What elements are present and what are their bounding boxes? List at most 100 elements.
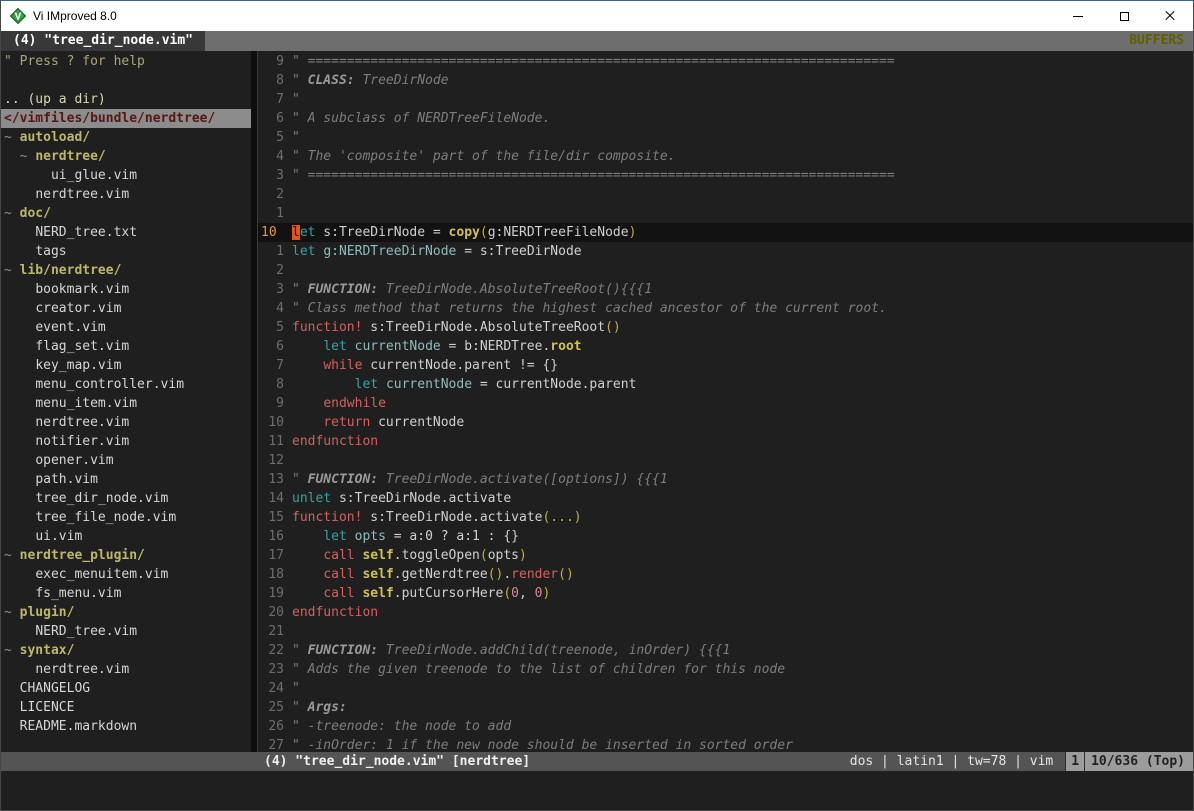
code-line-current[interactable]: 10let s:TreeDirNode = copy(g:NERDTreeFil… [258,223,1193,242]
code-line[interactable]: 17 call self.toggleOpen(opts) [258,546,1193,565]
code-segment: TreeDirNode [355,73,449,88]
tree-indent [4,434,35,449]
code-text: " ======================================… [292,52,895,71]
tree-dir-item[interactable]: ~ lib/nerdtree/ [1,261,251,280]
line-number: 9 [258,394,284,413]
tree-item-label: CHANGELOG [20,681,90,696]
line-number: 12 [258,451,284,470]
code-line[interactable]: 7 while currentNode.parent != {} [258,356,1193,375]
tree-item-label: autoload/ [20,130,90,145]
tree-file-item[interactable]: nerdtree.vim [1,660,251,679]
tree-item-label: NERD_tree.txt [35,225,137,240]
tree-dir-item[interactable]: ~ nerdtree/ [1,147,251,166]
code-line[interactable]: 2 [258,185,1193,204]
tree-root-path[interactable]: </vimfiles/bundle/nerdtree/ [1,109,251,128]
code-line[interactable]: 16 let opts = a:0 ? a:1 : {} [258,527,1193,546]
tree-blank-line [1,71,251,90]
code-line[interactable]: 6" A subclass of NERDTreeFileNode. [258,109,1193,128]
tree-dir-item[interactable]: ~ autoload/ [1,128,251,147]
tree-file-item[interactable]: ui_glue.vim [1,166,251,185]
tree-file-item[interactable]: ui.vim [1,527,251,546]
code-line[interactable]: 19 call self.putCursorHere(0, 0) [258,584,1193,603]
code-line[interactable]: 9 endwhile [258,394,1193,413]
code-line[interactable]: 8 let currentNode = currentNode.parent [258,375,1193,394]
code-line[interactable]: 3" FUNCTION: TreeDirNode.AbsoluteTreeRoo… [258,280,1193,299]
tree-file-item[interactable]: creator.vim [1,299,251,318]
line-number: 2 [258,261,284,280]
code-line[interactable]: 20endfunction [258,603,1193,622]
tree-file-item[interactable]: path.vim [1,470,251,489]
tree-file-item[interactable]: event.vim [1,318,251,337]
code-segment [292,586,323,601]
code-line[interactable]: 4" Class method that returns the highest… [258,299,1193,318]
code-segment: ( [480,225,488,240]
tree-file-item[interactable]: bookmark.vim [1,280,251,299]
code-line[interactable]: 14unlet s:TreeDirNode.activate [258,489,1193,508]
tree-file-item[interactable]: exec_menuitem.vim [1,565,251,584]
window-controls [1055,1,1193,31]
tree-file-item[interactable]: CHANGELOG [1,679,251,698]
code-line[interactable]: 18 call self.getNerdtree().render() [258,565,1193,584]
tree-dir-item[interactable]: ~ syntax/ [1,641,251,660]
tree-file-item[interactable]: tree_file_node.vim [1,508,251,527]
close-button[interactable] [1147,1,1193,31]
tree-file-item[interactable]: nerdtree.vim [1,413,251,432]
tree-up-dir[interactable]: .. (up a dir) [1,90,251,109]
tree-file-item[interactable]: notifier.vim [1,432,251,451]
tree-file-item[interactable]: key_map.vim [1,356,251,375]
line-number: 22 [258,641,284,660]
code-line[interactable]: 26" -treenode: the node to add [258,717,1193,736]
code-line[interactable]: 3" =====================================… [258,166,1193,185]
tree-dir-item[interactable]: ~ nerdtree_plugin/ [1,546,251,565]
tree-file-item[interactable]: tree_dir_node.vim [1,489,251,508]
code-line[interactable]: 5" [258,128,1193,147]
tree-file-item[interactable]: NERD_tree.txt [1,223,251,242]
code-segment: " The 'composite' part of the file/dir c… [292,149,676,164]
tree-file-item[interactable]: menu_item.vim [1,394,251,413]
statusline-filename: (4) "tree_dir_node.vim" [nerdtree] [258,752,530,771]
tree-file-item[interactable]: LICENCE [1,698,251,717]
tab-tree-dir-node[interactable]: (4) "tree_dir_node.vim" [1,31,205,51]
tree-file-item[interactable]: nerdtree.vim [1,185,251,204]
tree-file-item[interactable]: fs_menu.vim [1,584,251,603]
tree-file-item[interactable]: README.markdown [1,717,251,736]
tree-dir-item[interactable]: ~ doc/ [1,204,251,223]
code-line[interactable]: 12 [258,451,1193,470]
code-line[interactable]: 1 [258,204,1193,223]
code-line[interactable]: 2 [258,261,1193,280]
code-line[interactable]: 23" Adds the given treenode to the list … [258,660,1193,679]
tree-file-item[interactable]: tags [1,242,251,261]
code-line[interactable]: 22" FUNCTION: TreeDirNode.addChild(treen… [258,641,1193,660]
code-line[interactable]: 27" -inOrder: 1 if the new node should b… [258,736,1193,752]
cursor: l [292,225,300,240]
tree-indent: ~ [4,130,20,145]
code-segment: () [605,320,621,335]
tree-file-item[interactable]: flag_set.vim [1,337,251,356]
code-line[interactable]: 25" Args: [258,698,1193,717]
code-line[interactable]: 10 return currentNode [258,413,1193,432]
code-line[interactable]: 6 let currentNode = b:NERDTree.root [258,337,1193,356]
maximize-button[interactable] [1101,1,1147,31]
minimize-button[interactable] [1055,1,1101,31]
tree-file-item[interactable]: NERD_tree.vim [1,622,251,641]
editor-panel[interactable]: 9 " =====================================… [258,51,1193,752]
tree-indent [4,624,35,639]
code-line[interactable]: 13" FUNCTION: TreeDirNode.activate([opti… [258,470,1193,489]
line-number: 25 [258,698,284,717]
code-line[interactable]: 8" CLASS: TreeDirNode [258,71,1193,90]
code-line[interactable]: 11endfunction [258,432,1193,451]
code-segment: TreeDirNode.activate([options]) {{{1 [378,472,668,487]
code-line[interactable]: 7" [258,90,1193,109]
code-line[interactable]: 24" [258,679,1193,698]
code-line[interactable]: 4" The 'composite' part of the file/dir … [258,147,1193,166]
tree-indent [4,700,20,715]
code-line[interactable]: 21 [258,622,1193,641]
tree-file-item[interactable]: menu_controller.vim [1,375,251,394]
tree-dir-item[interactable]: ~ plugin/ [1,603,251,622]
window-separator[interactable] [251,51,258,752]
code-line[interactable]: 15function! s:TreeDirNode.activate(...) [258,508,1193,527]
code-line[interactable]: 9" =====================================… [258,52,1193,71]
code-line[interactable]: 1let g:NERDTreeDirNode = s:TreeDirNode [258,242,1193,261]
tree-file-item[interactable]: opener.vim [1,451,251,470]
code-line[interactable]: 5function! s:TreeDirNode.AbsoluteTreeRoo… [258,318,1193,337]
